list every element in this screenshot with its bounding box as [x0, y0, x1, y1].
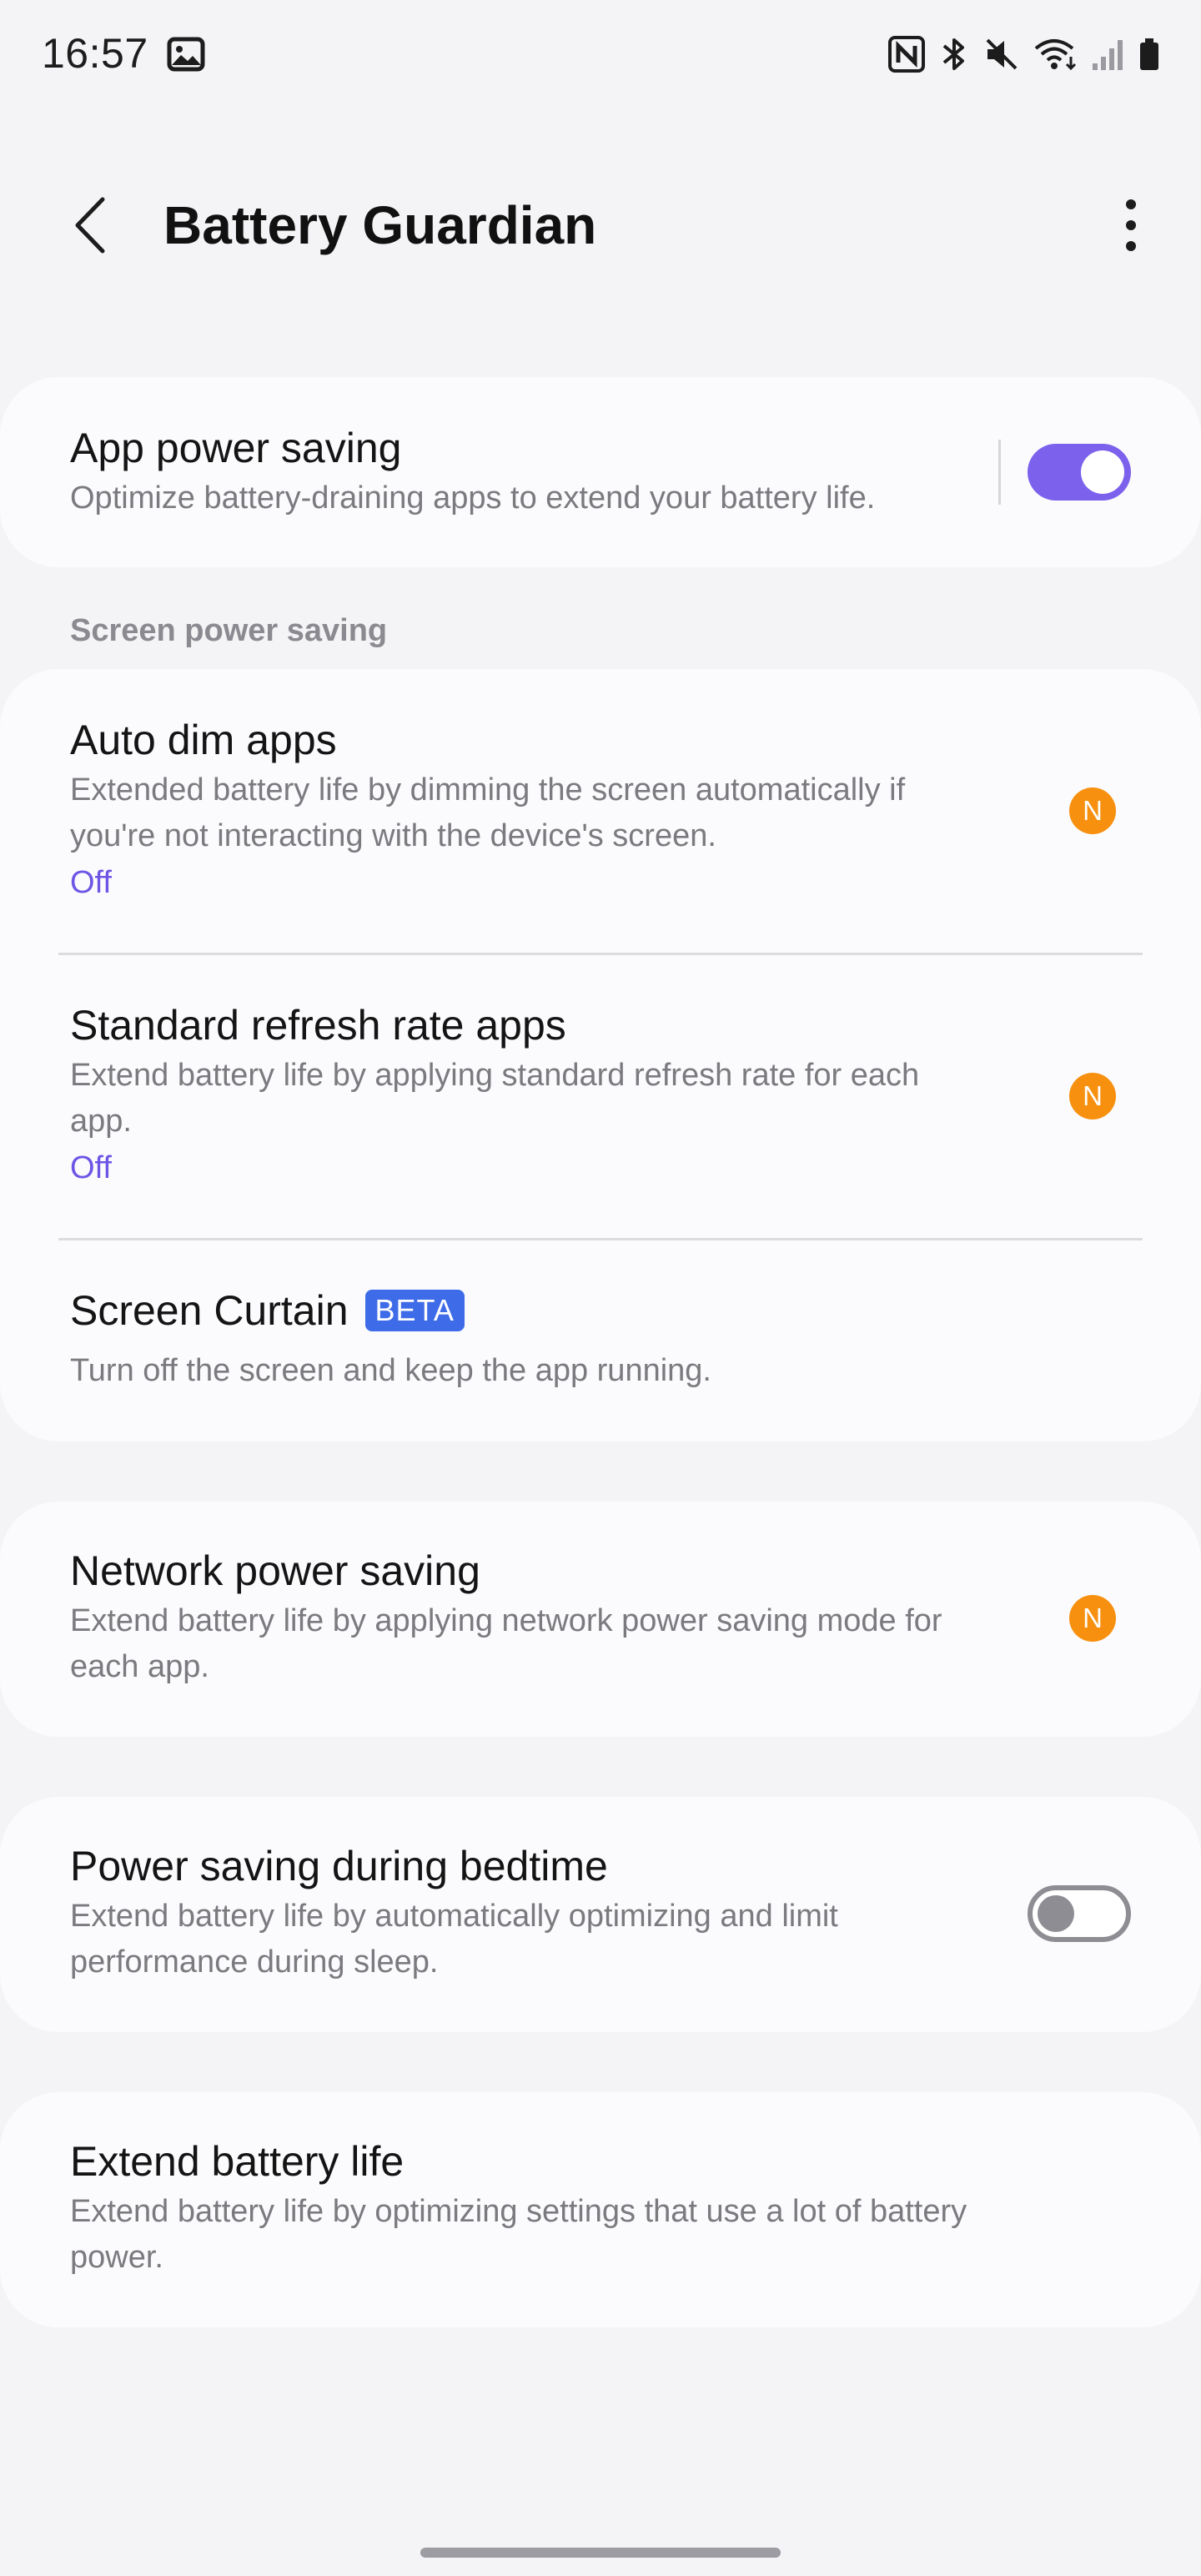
standard-refresh-rate-apps-subtitle: Extend battery life by applying standard…: [70, 1053, 1076, 1145]
screen-curtain-item[interactable]: Screen Curtain BETA Turn off the screen …: [70, 1285, 1201, 1394]
extend-battery-life-subtitle-line-1: Extend battery life by optimizing settin…: [70, 2194, 967, 2229]
signal-icon: [1093, 40, 1123, 70]
wifi-icon: [1034, 39, 1077, 71]
app-power-saving-card: App power saving Optimize battery-draini…: [0, 377, 1201, 567]
extend-battery-life-card: Extend battery life Extend battery life …: [0, 2092, 1201, 2327]
bedtime-power-saving-subtitle-line-1: Extend battery life by automatically opt…: [70, 1899, 838, 1934]
network-power-saving-subtitle: Extend battery life by applying network …: [70, 1598, 1076, 1690]
divider: [58, 1238, 1143, 1240]
gallery-icon: [167, 37, 205, 72]
network-power-saving-item[interactable]: Network power saving Extend battery life…: [70, 1545, 1076, 1690]
extend-battery-life-title: Extend battery life: [70, 2138, 405, 2185]
more-options-button[interactable]: [1098, 192, 1164, 259]
bluetooth-icon: [942, 38, 964, 70]
screen-curtain-title-row: Screen Curtain BETA: [70, 1285, 1201, 1336]
bedtime-power-saving-title: Power saving during bedtime: [70, 1843, 608, 1889]
status-bar: 16:57: [0, 0, 1201, 108]
bedtime-power-saving-item[interactable]: Power saving during bedtime Extend batte…: [70, 1840, 984, 1985]
network-power-saving-card: Network power saving Extend battery life…: [0, 1502, 1201, 1737]
auto-dim-apps-title: Auto dim apps: [70, 717, 337, 763]
nfc-icon: [888, 36, 925, 73]
screen-curtain-subtitle: Turn off the screen and keep the app run…: [70, 1353, 711, 1388]
screen-curtain-title: Screen Curtain: [70, 1287, 349, 1334]
status-time: 16:57: [42, 30, 148, 77]
network-power-saving-title: Network power saving: [70, 1547, 480, 1594]
app-power-saving-switch[interactable]: [1028, 444, 1131, 501]
auto-dim-apps-subtitle: Extended battery life by dimming the scr…: [70, 767, 1076, 859]
bedtime-power-saving-card: Power saving during bedtime Extend batte…: [0, 1797, 1201, 2032]
new-badge: N: [1069, 1595, 1116, 1642]
bedtime-power-saving-subtitle: Extend battery life by automatically opt…: [70, 1894, 984, 1985]
chevron-left-icon: [75, 197, 105, 254]
switch-knob: [1081, 450, 1124, 494]
standard-refresh-rate-apps-title: Standard refresh rate apps: [70, 1002, 566, 1049]
extend-battery-life-subtitle-line-2: power.: [70, 2240, 163, 2275]
toggle-divider: [998, 440, 1001, 505]
standard-refresh-rate-apps-item[interactable]: Standard refresh rate apps Extend batter…: [70, 999, 1076, 1191]
new-badge: N: [1069, 1073, 1116, 1119]
switch-knob: [1038, 1895, 1074, 1932]
extend-battery-life-item[interactable]: Extend battery life Extend battery life …: [70, 2136, 1151, 2281]
section-header-screen-power-saving: Screen power saving: [70, 613, 388, 648]
bedtime-power-saving-switch[interactable]: [1028, 1885, 1131, 1942]
standard-refresh-rate-apps-subtitle-line-1: Extend battery life by applying standard…: [70, 1058, 920, 1093]
home-indicator[interactable]: [420, 2548, 781, 2558]
auto-dim-apps-subtitle-line-1: Extended battery life by dimming the scr…: [70, 772, 906, 808]
app-bar: Battery Guardian: [0, 167, 1201, 284]
back-button[interactable]: [58, 192, 125, 259]
page-title: Battery Guardian: [163, 195, 597, 255]
auto-dim-apps-subtitle-line-2: you're not interacting with the device's…: [70, 818, 716, 853]
beta-badge: BETA: [364, 1290, 465, 1331]
divider: [58, 953, 1143, 955]
screen-power-saving-card: Auto dim apps Extended battery life by d…: [0, 669, 1201, 1441]
network-power-saving-subtitle-line-1: Extend battery life by applying network …: [70, 1603, 942, 1638]
extend-battery-life-subtitle: Extend battery life by optimizing settin…: [70, 2189, 1151, 2281]
new-badge: N: [1069, 787, 1116, 834]
more-vertical-icon: [1126, 199, 1136, 251]
network-power-saving-subtitle-line-2: each app.: [70, 1649, 209, 1684]
battery-icon: [1140, 38, 1158, 70]
auto-dim-apps-item[interactable]: Auto dim apps Extended battery life by d…: [70, 714, 1076, 906]
auto-dim-apps-state: Off: [70, 865, 112, 900]
standard-refresh-rate-apps-state: Off: [70, 1150, 112, 1185]
bedtime-power-saving-subtitle-line-2: performance during sleep.: [70, 1945, 439, 1980]
mute-icon: [986, 38, 1018, 70]
standard-refresh-rate-apps-subtitle-line-2: app.: [70, 1104, 132, 1139]
